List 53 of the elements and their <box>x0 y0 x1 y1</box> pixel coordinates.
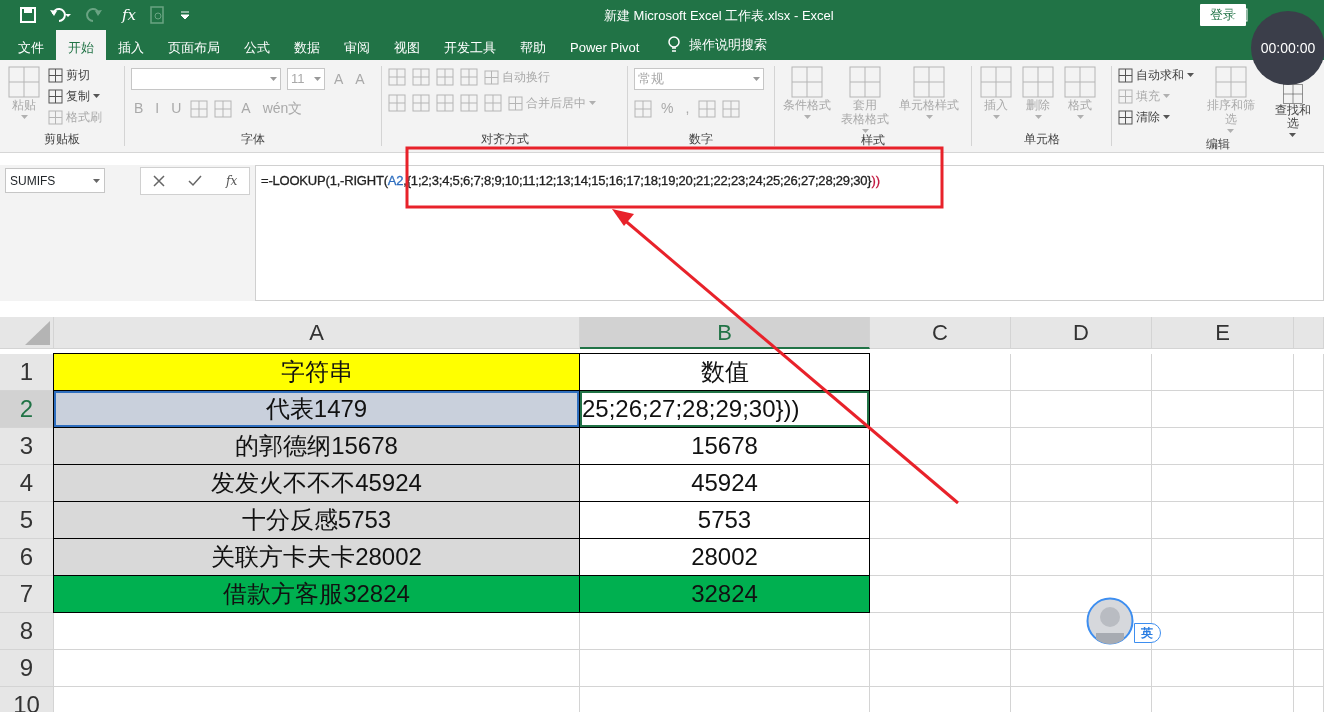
table-cell[interactable]: 的郭德纲15678 <box>53 427 580 465</box>
row-header[interactable]: 9 <box>0 650 54 687</box>
table-cell[interactable]: 借款方客服32824 <box>53 575 580 613</box>
group-label: 样式 <box>860 133 886 147</box>
table-cell[interactable]: 数值 <box>579 353 870 391</box>
row-header[interactable]: 1 <box>0 354 54 391</box>
ribbon-button[interactable]: 自动求和 <box>1118 66 1194 84</box>
ribbon-tab[interactable]: 审阅 <box>332 30 382 60</box>
group-label: 数字 <box>688 132 714 146</box>
login-button[interactable]: 登录 <box>1200 4 1246 26</box>
table-cell[interactable]: 十分反感5753 <box>53 501 580 539</box>
row-header[interactable]: 2 <box>0 391 54 428</box>
row-header[interactable]: 5 <box>0 502 54 539</box>
ribbon-tab[interactable]: 帮助 <box>508 30 558 60</box>
table-cell[interactable]: 字符串 <box>53 353 580 391</box>
row-header[interactable]: 3 <box>0 428 54 465</box>
column-header[interactable]: E <box>1152 317 1294 349</box>
table-cell[interactable]: 关联方卡夫卡28002 <box>53 538 580 576</box>
row-header[interactable]: 6 <box>0 539 54 576</box>
group-label: 剪贴板 <box>43 132 81 146</box>
ribbon-tab[interactable]: 数据 <box>282 30 332 60</box>
ribbon-tab[interactable]: 开始 <box>56 30 106 60</box>
table-cell[interactable]: 25;26;27;28;29;30})) <box>579 390 870 428</box>
name-box[interactable]: SUMIFS <box>5 168 105 193</box>
column-header[interactable]: D <box>1011 317 1152 349</box>
column-header[interactable]: A <box>54 317 580 349</box>
window-title: 新建 Microsoft Excel 工作表.xlsx - Excel <box>604 7 834 25</box>
table-cell[interactable]: 发发火不不不45924 <box>53 464 580 502</box>
table-cell[interactable]: 代表1479 <box>53 390 580 428</box>
ribbon-button[interactable]: 复制 <box>48 87 102 105</box>
column-header[interactable]: C <box>870 317 1011 349</box>
group-label: 编辑 <box>1205 137 1231 151</box>
group-label: 单元格 <box>1022 132 1061 146</box>
table-cell[interactable]: 32824 <box>579 575 870 613</box>
row-header[interactable]: 8 <box>0 613 54 650</box>
input-method-tooltip[interactable]: 英 <box>1134 623 1161 643</box>
ribbon-tab[interactable]: 视图 <box>382 30 432 60</box>
insert-function-button[interactable]: fx <box>226 172 238 190</box>
ribbon-tab[interactable]: Power Pivot <box>558 30 652 60</box>
ribbon-tab[interactable]: 文件 <box>6 30 56 60</box>
ribbon-tab[interactable]: 公式 <box>232 30 282 60</box>
ribbon-tab[interactable]: 页面布局 <box>156 30 232 60</box>
insert-function-button[interactable]: fx <box>122 3 136 27</box>
row-header[interactable]: 7 <box>0 576 54 613</box>
group-label: 字体 <box>240 132 266 146</box>
ribbon-button[interactable]: 剪切 <box>48 66 102 84</box>
column-header[interactable]: B <box>580 317 870 349</box>
ribbon-tab[interactable]: 插入 <box>106 30 156 60</box>
group-label: 对齐方式 <box>479 132 530 146</box>
ribbon-tab[interactable]: 开发工具 <box>432 30 508 60</box>
row-header[interactable]: 4 <box>0 465 54 502</box>
ribbon-button[interactable]: 清除 <box>1118 108 1194 126</box>
search-hint[interactable]: 操作说明搜索 <box>689 35 768 55</box>
